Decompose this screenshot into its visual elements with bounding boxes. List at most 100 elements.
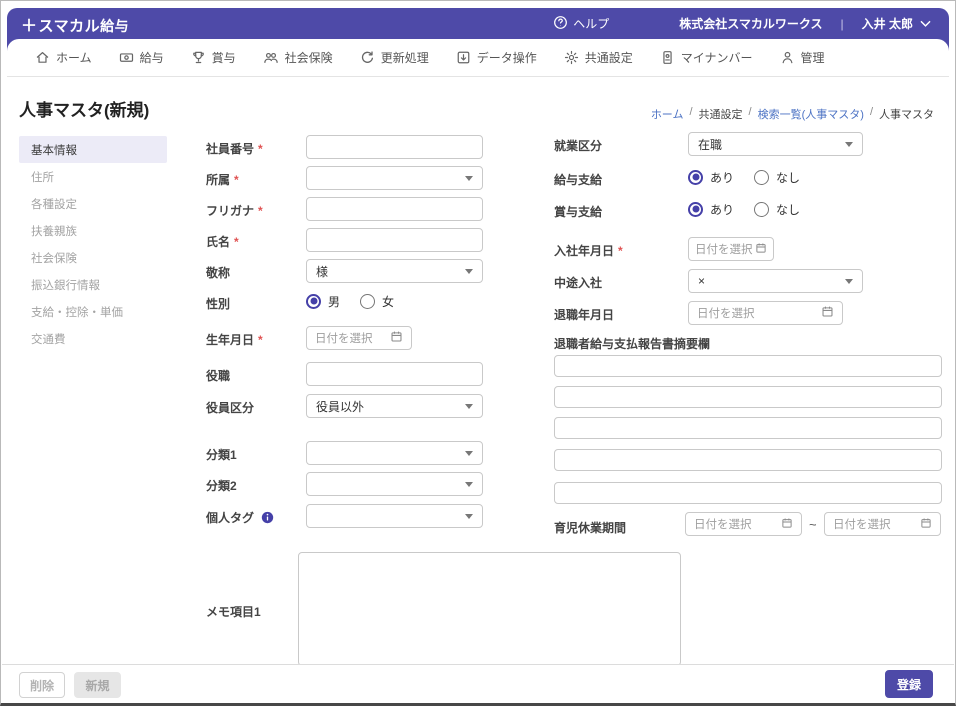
- retirement-date-picker[interactable]: 日付を選択: [688, 301, 843, 325]
- retiree-report-input-4[interactable]: [554, 449, 942, 471]
- sidebar-item-bank-transfer[interactable]: 振込銀行情報: [19, 271, 167, 298]
- name-input[interactable]: [306, 228, 483, 252]
- breadcrumb: ホーム / 共通設定 / 検索一覧(人事マスタ) / 人事マスタ: [650, 106, 934, 122]
- chevron-down-icon: [465, 175, 473, 181]
- department-select[interactable]: [306, 166, 483, 190]
- childcare-leave-start-picker[interactable]: 日付を選択: [685, 512, 802, 536]
- help-button[interactable]: ヘルプ: [553, 15, 609, 33]
- new-button[interactable]: 新規: [74, 672, 121, 698]
- action-bar: 削除 新規 登録: [2, 664, 954, 703]
- bonus-option-yes[interactable]: あり: [688, 201, 734, 218]
- calendar-icon: [781, 517, 793, 532]
- nav-item-admin[interactable]: 管理: [780, 49, 825, 66]
- radio-unchecked-icon: [754, 169, 770, 185]
- page-content: 人事マスタ(新規) ホーム / 共通設定 / 検索一覧(人事マスタ) / 人事マ…: [8, 78, 948, 666]
- retiree-report-input-3[interactable]: [554, 417, 942, 439]
- sidebar-item-commuting[interactable]: 交通費: [19, 325, 167, 352]
- logo-suffix-text: 給与: [100, 17, 130, 34]
- bonus-trophy-icon: [191, 50, 206, 65]
- people-icon: [263, 50, 279, 65]
- delete-button[interactable]: 削除: [19, 672, 65, 698]
- retirement-date-label: 退職年月日: [554, 308, 615, 322]
- sidebar-item-basic-info[interactable]: 基本情報: [19, 136, 167, 163]
- nav-item-social-insurance[interactable]: 社会保険: [263, 49, 333, 66]
- radio-unchecked-icon: [754, 201, 770, 217]
- breadcrumb-settings: 共通設定: [698, 109, 743, 121]
- help-circle-icon: [553, 15, 568, 33]
- gender-option-female[interactable]: 女: [360, 293, 394, 310]
- retiree-report-input-1[interactable]: [554, 355, 942, 377]
- gender-option-male[interactable]: 男: [306, 293, 340, 310]
- breadcrumb-home-link[interactable]: ホーム: [651, 106, 684, 122]
- officer-class-select[interactable]: 役員以外: [306, 394, 483, 418]
- user-menu[interactable]: 入井 太郎: [862, 15, 931, 32]
- sidebar-item-various-settings[interactable]: 各種設定: [19, 190, 167, 217]
- hire-date-picker[interactable]: 日付を選択: [688, 237, 774, 261]
- radio-checked-icon: [688, 201, 703, 217]
- category2-select[interactable]: [306, 472, 483, 496]
- childcare-leave-end-picker[interactable]: 日付を選択: [824, 512, 941, 536]
- breadcrumb-current: 人事マスタ: [879, 109, 934, 121]
- employee-no-label: 社員番号 *: [206, 141, 263, 157]
- birthdate-picker[interactable]: 日付を選択: [306, 326, 412, 350]
- personal-tag-select[interactable]: [306, 504, 483, 528]
- chevron-down-icon: [465, 403, 473, 409]
- retiree-report-label: 退職者給与支払報告書摘要欄: [554, 337, 711, 351]
- employment-status-label: 就業区分: [554, 139, 603, 153]
- gender-radio-group: 男 女: [306, 292, 394, 310]
- nav-item-bonus[interactable]: 賞与: [191, 49, 236, 66]
- midcareer-select[interactable]: ×: [688, 269, 863, 293]
- honorific-label: 敬称: [206, 266, 231, 280]
- category1-label: 分類1: [206, 448, 237, 462]
- breadcrumb-search-list-link[interactable]: 検索一覧(人事マスタ): [758, 106, 864, 122]
- salary-payment-label: 給与支給: [554, 173, 603, 187]
- officer-class-label: 役員区分: [206, 401, 255, 415]
- nav-item-settings[interactable]: 共通設定: [564, 49, 633, 66]
- sidebar-item-dependents[interactable]: 扶養親族: [19, 217, 167, 244]
- user-name: 入井 太郎: [861, 17, 913, 31]
- employment-status-select[interactable]: 在職: [688, 132, 863, 156]
- id-card-icon: [660, 50, 675, 65]
- plus-logo-icon: ＋: [21, 17, 38, 35]
- nav-item-home[interactable]: ホーム: [35, 49, 92, 66]
- chevron-down-icon: [845, 141, 853, 147]
- position-input[interactable]: [306, 362, 483, 386]
- midcareer-label: 中途入社: [554, 276, 603, 290]
- settings-gear-icon: [564, 50, 579, 65]
- sidebar-item-address[interactable]: 住所: [19, 163, 167, 190]
- retiree-report-input-5[interactable]: [554, 482, 942, 504]
- honorific-select[interactable]: 様: [306, 259, 483, 283]
- gender-label: 性別: [206, 297, 231, 311]
- sidebar-item-pay-deduction-rate[interactable]: 支給・控除・単価: [19, 298, 167, 325]
- furigana-input[interactable]: [306, 197, 483, 221]
- page-title: 人事マスタ(新規): [19, 101, 150, 120]
- retiree-report-input-2[interactable]: [554, 386, 942, 408]
- department-label: 所属 *: [206, 172, 239, 188]
- person-icon: [780, 50, 795, 65]
- nav-item-data-operation[interactable]: データ操作: [456, 49, 537, 66]
- info-icon[interactable]: [261, 511, 274, 524]
- calendar-icon: [920, 517, 932, 532]
- bonus-option-no[interactable]: なし: [754, 201, 800, 218]
- calendar-icon: [755, 242, 767, 257]
- salary-option-yes[interactable]: あり: [688, 169, 734, 186]
- nav-item-payroll[interactable]: 給与: [119, 49, 164, 66]
- logo-text: スマカル: [38, 17, 101, 35]
- furigana-label: フリガナ *: [206, 203, 263, 219]
- register-button[interactable]: 登録: [885, 670, 933, 698]
- help-label: ヘルプ: [573, 17, 610, 31]
- date-range-tilde: ~: [809, 517, 817, 532]
- hire-date-label: 入社年月日 *: [554, 243, 623, 259]
- salary-option-no[interactable]: なし: [754, 169, 800, 186]
- refresh-icon: [360, 50, 375, 65]
- chevron-down-icon: [465, 450, 473, 456]
- chevron-down-icon: [465, 481, 473, 487]
- sidebar-item-social-insurance[interactable]: 社会保険: [19, 244, 167, 271]
- header-separator: |: [840, 16, 844, 31]
- category1-select[interactable]: [306, 441, 483, 465]
- nav-item-mynumber[interactable]: マイナンバー: [660, 49, 753, 66]
- employee-no-input[interactable]: [306, 135, 483, 159]
- memo1-textarea[interactable]: [298, 552, 681, 666]
- nav-item-update[interactable]: 更新処理: [360, 49, 429, 66]
- position-label: 役職: [206, 369, 231, 383]
